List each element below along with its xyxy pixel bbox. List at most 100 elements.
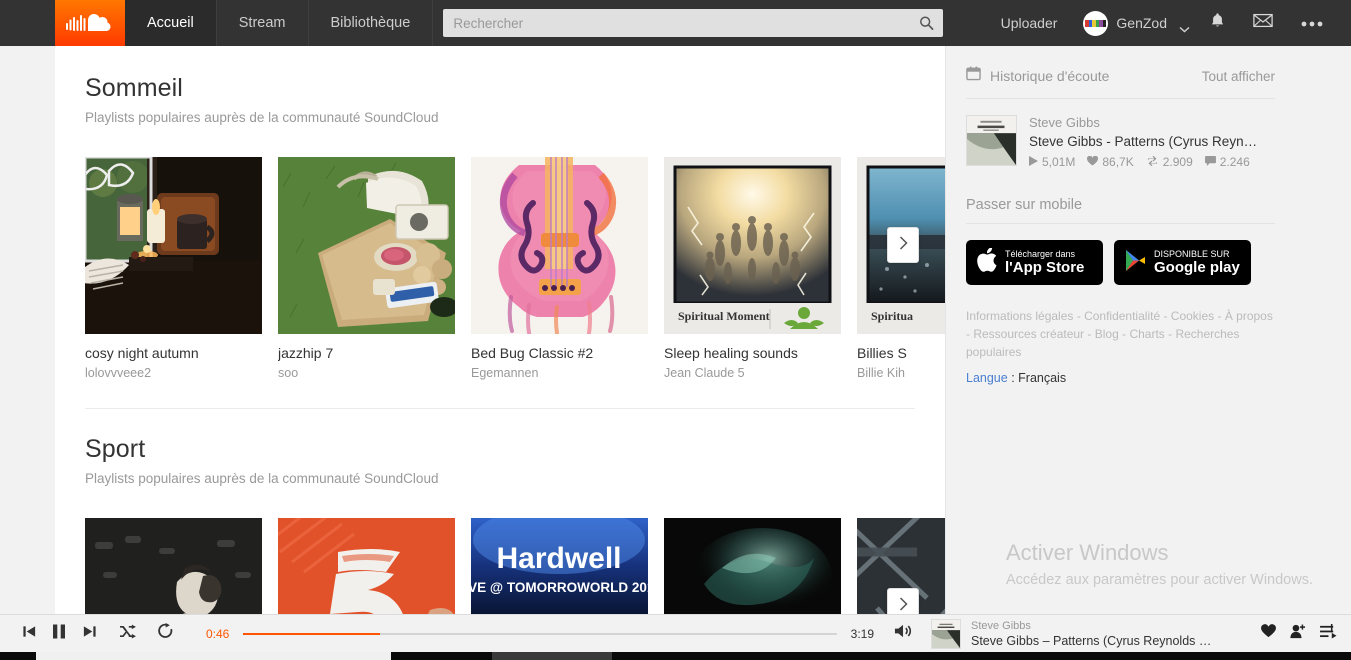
play-count-value: 5,01M [1042, 155, 1076, 169]
section-sport: Sport Playlists populaires auprès de la … [55, 409, 1034, 614]
search-box[interactable] [443, 9, 944, 37]
header-left-spacer [0, 0, 55, 46]
playlist-artwork-conquer[interactable]: CONQUER [85, 518, 262, 614]
add-to-playlist-button[interactable] [1320, 623, 1337, 644]
playlist-tile[interactable]: THE ELEMENTS OF DEEP HOUSE [664, 518, 841, 614]
upload-button[interactable]: Uploader [985, 15, 1074, 31]
notifications-button[interactable] [1196, 12, 1239, 34]
playlist-tile[interactable] [278, 518, 455, 614]
pause-icon [51, 623, 67, 645]
app-store-badges: Télécharger dans l'App Store DISPONIBLE … [966, 240, 1275, 285]
language-label[interactable]: Langue [966, 371, 1008, 385]
pause-button[interactable] [44, 623, 74, 645]
main-content-card: Sommeil Playlists populaires auprès de l… [55, 46, 1034, 614]
playlist-artist: Jean Claude 5 [664, 366, 745, 380]
nav-item-stream[interactable]: Stream [217, 0, 309, 46]
playlist-tile[interactable]: Spiritual Moment Sleep healing sounds Je… [664, 157, 841, 380]
search-icon[interactable] [919, 16, 934, 31]
playlist-artwork-violin[interactable] [471, 157, 648, 334]
playlist-tile[interactable]: CONQUER [85, 518, 262, 614]
volume-icon [894, 623, 913, 644]
follow-button[interactable] [1290, 624, 1306, 644]
user-menu[interactable]: GenZod [1073, 10, 1196, 36]
playlist-artwork-spiritual-moment[interactable]: Spiritual Moment [664, 157, 841, 334]
section-title: Sommeil [85, 74, 183, 102]
playlist-tile[interactable]: Bed Bug Classic #2 Egemannen [471, 157, 648, 380]
volume-button[interactable] [894, 623, 913, 644]
history-item-title[interactable]: Steve Gibbs - Patterns (Cyrus Reyn… [1029, 134, 1275, 149]
googleplay-badge-button[interactable]: DISPONIBLE SUR Google play [1114, 240, 1251, 285]
carousel-next-button-sport[interactable] [887, 588, 919, 614]
shuffle-button[interactable] [112, 624, 142, 644]
nav-item-bibliotheque[interactable]: Bibliothèque [309, 0, 434, 46]
more-menu-button[interactable] [1287, 14, 1337, 32]
artwork-caption: Spiritua [871, 309, 914, 323]
playlist-tile[interactable]: cosy night autumn lolovvveee2 [85, 157, 262, 380]
history-header: Historique d'écoute Tout afficher [966, 46, 1275, 86]
playlist-artwork-orange-five[interactable] [278, 518, 455, 614]
footer-link-privacy[interactable]: Confidentialité [1084, 309, 1160, 323]
nav-label-accueil: Accueil [147, 15, 194, 31]
nav-label-stream: Stream [238, 15, 286, 31]
seek-bar[interactable] [243, 632, 837, 635]
footer-link-charts[interactable]: Charts [1129, 327, 1164, 341]
footer-link-legal[interactable]: Informations légales [966, 309, 1073, 323]
like-count: 86,7K [1087, 155, 1134, 169]
now-playing-artwork[interactable] [931, 618, 961, 649]
sep2: - [1160, 309, 1171, 323]
history-see-all-link[interactable]: Tout afficher [1202, 69, 1275, 84]
footer-link-cookies[interactable]: Cookies [1171, 309, 1214, 323]
skip-previous-icon [22, 624, 37, 644]
playlist-tile[interactable]: Hardwell LIVE @ TOMORROWORLD 2013 [471, 518, 648, 614]
playlist-title: Sleep healing sounds [664, 345, 798, 361]
messages-button[interactable] [1239, 13, 1287, 33]
duration: 3:19 [850, 626, 874, 641]
history-item-artwork[interactable] [966, 115, 1017, 166]
mobile-section-title: Passer sur mobile [966, 197, 1083, 213]
avatar [1083, 10, 1109, 36]
nav-item-accueil[interactable]: Accueil [125, 0, 217, 46]
now-playing-user[interactable]: Steve Gibbs [971, 620, 1261, 632]
history-title: Historique d'écoute [990, 68, 1110, 84]
language-value[interactable]: Français [1018, 371, 1066, 385]
now-playing-title[interactable]: Steve Gibbs – Patterns (Cyrus Reynolds … [971, 634, 1261, 648]
playlist-artwork-cosy-night[interactable] [85, 157, 262, 334]
playlist-artwork-picnic[interactable] [278, 157, 455, 334]
history-item-body: Steve Gibbs Steve Gibbs - Patterns (Cyru… [1029, 115, 1275, 169]
now-playing-text: Steve Gibbs Steve Gibbs – Patterns (Cyru… [971, 620, 1261, 648]
history-list-item[interactable]: Steve Gibbs Steve Gibbs - Patterns (Cyru… [966, 115, 1275, 169]
playlist-artist: lolovvveee2 [85, 366, 152, 380]
shuffle-icon [119, 624, 136, 644]
repost-count: 2.909 [1146, 155, 1193, 169]
previous-button[interactable] [14, 624, 44, 644]
footer-links: Informations légales - Confidentialité -… [966, 307, 1275, 361]
footer-link-blog[interactable]: Blog [1095, 327, 1119, 341]
playlist-title: Bed Bug Classic #2 [471, 345, 594, 361]
svg-text:LIVE @ TOMORROWORLD 2013: LIVE @ TOMORROWORLD 2013 [471, 580, 648, 595]
right-sidebar: Historique d'écoute Tout afficher Steve … [945, 46, 1295, 614]
soundcloud-logo-icon [66, 12, 114, 34]
footer-link-about[interactable]: À propos [1225, 309, 1273, 323]
footer-link-creator-resources[interactable]: Ressources créateur [973, 327, 1084, 341]
now-playing[interactable]: Steve Gibbs Steve Gibbs – Patterns (Cyru… [931, 618, 1261, 649]
seek-track[interactable] [243, 632, 837, 635]
playlist-title: cosy night autumn [85, 345, 199, 361]
repost-count-value: 2.909 [1162, 155, 1193, 169]
playlist-artwork-hardwell[interactable]: Hardwell LIVE @ TOMORROWORLD 2013 [471, 518, 648, 614]
language-separator: : [1007, 371, 1019, 385]
skip-next-icon [82, 624, 97, 644]
carousel-next-button-sommeil[interactable] [887, 227, 919, 263]
seek-progress [243, 632, 380, 635]
repeat-button[interactable] [150, 622, 180, 645]
playlist-carousel-sommeil: cosy night autumn lolovvveee2 jazzhip 7 … [85, 157, 1034, 380]
next-button[interactable] [74, 624, 104, 644]
search-input[interactable] [443, 9, 944, 37]
heart-icon [1087, 155, 1099, 169]
playlist-artwork-deep-house[interactable]: THE ELEMENTS OF DEEP HOUSE [664, 518, 841, 614]
section-subtitle: Playlists populaires auprès de la commun… [85, 110, 439, 125]
history-item-user[interactable]: Steve Gibbs [1029, 115, 1275, 130]
soundcloud-logo-button[interactable] [55, 0, 125, 46]
like-button[interactable] [1261, 624, 1276, 643]
appstore-badge-button[interactable]: Télécharger dans l'App Store [966, 240, 1103, 285]
playlist-tile[interactable]: jazzhip 7 soo [278, 157, 455, 380]
